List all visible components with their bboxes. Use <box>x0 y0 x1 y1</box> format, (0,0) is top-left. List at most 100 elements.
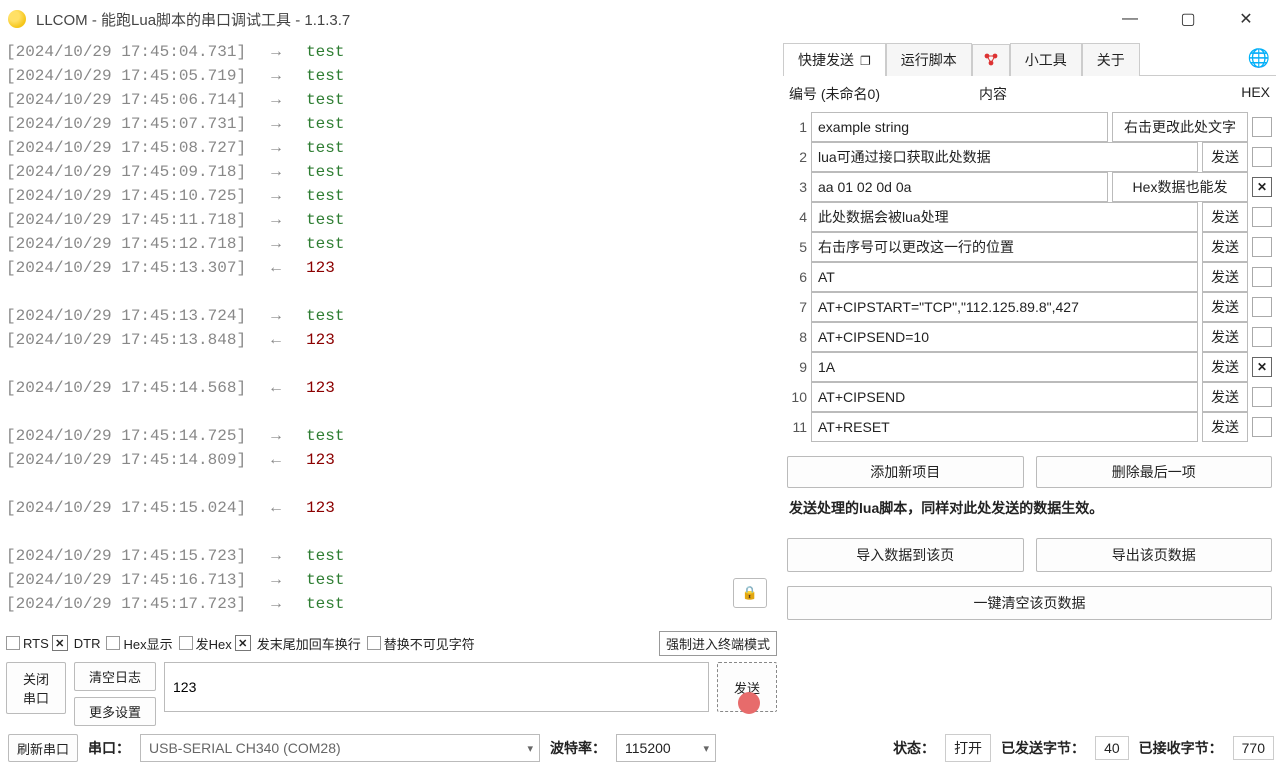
sendhex-checkbox[interactable] <box>179 636 193 650</box>
cluster-icon <box>983 51 999 67</box>
row-action-button[interactable]: Hex数据也能发 <box>1112 172 1248 202</box>
tab-run-script[interactable]: 运行脚本 <box>886 43 972 76</box>
globe-icon[interactable]: 🌐 <box>1248 48 1270 69</box>
titlebar: LLCOM - 能跑Lua脚本的串口调试工具 - 1.1.3.7 — ▢ ✕ <box>0 0 1282 38</box>
replace-checkbox[interactable] <box>367 636 381 650</box>
row-number[interactable]: 1 <box>787 119 807 135</box>
row-number[interactable]: 11 <box>787 419 807 435</box>
rts-x[interactable]: ✕ <box>52 635 68 651</box>
port-select[interactable]: USB-SERIAL CH340 (COM28) <box>140 734 540 762</box>
tab-tools[interactable]: 小工具 <box>1010 43 1082 76</box>
hexshow-checkbox[interactable] <box>106 636 120 650</box>
row-number[interactable]: 10 <box>787 389 807 405</box>
row-action-button[interactable]: 发送 <box>1202 322 1248 352</box>
row-action-button[interactable]: 发送 <box>1202 292 1248 322</box>
log-line: [2024/10/29 17:45:14.725] → test <box>6 424 777 448</box>
row-hex-checkbox[interactable] <box>1252 207 1272 227</box>
log-line: [2024/10/29 17:45:16.713] → test <box>6 568 777 592</box>
baud-label: 波特率： <box>546 738 610 758</box>
row-hex-checkbox[interactable] <box>1252 327 1272 347</box>
row-action-button[interactable]: 发送 <box>1202 382 1248 412</box>
row-action-button[interactable]: 发送 <box>1202 412 1248 442</box>
refresh-port-button[interactable]: 刷新串口 <box>8 734 78 762</box>
log-line: [2024/10/29 17:45:05.719] → test <box>6 64 777 88</box>
row-hex-checkbox[interactable] <box>1252 237 1272 257</box>
terminal-mode-button[interactable]: 强制进入终端模式 <box>659 631 777 656</box>
quick-send-row: 5右击序号可以更改这一行的位置发送 <box>787 232 1272 262</box>
row-number[interactable]: 2 <box>787 149 807 165</box>
log-line: [2024/10/29 17:45:12.718] → test <box>6 232 777 256</box>
log-line: [2024/10/29 17:45:06.714] → test <box>6 88 777 112</box>
lock-scroll-button[interactable]: 🔒 <box>733 578 767 608</box>
row-number[interactable]: 8 <box>787 329 807 345</box>
clear-page-button[interactable]: 一键清空该页数据 <box>787 586 1272 620</box>
log-line: [2024/10/29 17:45:13.848] ← 123 <box>6 328 777 352</box>
row-hex-checkbox[interactable] <box>1252 267 1272 287</box>
hdr-hex: HEX <box>1224 84 1270 104</box>
export-page-button[interactable]: 导出该页数据 <box>1036 538 1273 572</box>
tab-cluster-icon[interactable] <box>972 44 1010 76</box>
add-item-button[interactable]: 添加新项目 <box>787 456 1024 488</box>
delete-last-button[interactable]: 删除最后一项 <box>1036 456 1273 488</box>
row-content-input[interactable]: AT+CIPSEND=10 <box>811 322 1198 352</box>
row-hex-checkbox[interactable] <box>1252 117 1272 137</box>
row-hex-checkbox[interactable] <box>1252 147 1272 167</box>
quick-send-row: 7AT+CIPSTART="TCP","112.125.89.8",427发送 <box>787 292 1272 322</box>
replace-label: 替换不可见字符 <box>384 634 475 653</box>
row-number[interactable]: 4 <box>787 209 807 225</box>
clear-log-button[interactable]: 清空日志 <box>74 662 156 691</box>
row-content-input[interactable]: aa 01 02 0d 0a <box>811 172 1108 202</box>
row-content-input[interactable]: AT <box>811 262 1198 292</box>
row-action-button[interactable]: 发送 <box>1202 352 1248 382</box>
window-title: LLCOM - 能跑Lua脚本的串口调试工具 - 1.1.3.7 <box>36 9 350 30</box>
more-settings-button[interactable]: 更多设置 <box>74 697 156 726</box>
quick-send-row: 3aa 01 02 0d 0aHex数据也能发✕ <box>787 172 1272 202</box>
row-hex-checkbox[interactable] <box>1252 417 1272 437</box>
row-number[interactable]: 5 <box>787 239 807 255</box>
sent-value: 40 <box>1095 736 1129 760</box>
crlf-label: 发末尾加回车换行 <box>257 634 361 653</box>
close-port-button[interactable]: 关闭 串口 <box>6 662 66 714</box>
row-content-input[interactable]: 右击序号可以更改这一行的位置 <box>811 232 1198 262</box>
row-content-input[interactable]: 此处数据会被lua处理 <box>811 202 1198 232</box>
row-number[interactable]: 3 <box>787 179 807 195</box>
rts-checkbox[interactable] <box>6 636 20 650</box>
row-content-input[interactable]: AT+RESET <box>811 412 1198 442</box>
row-hex-checkbox[interactable] <box>1252 387 1272 407</box>
rts-label: RTS <box>23 636 49 651</box>
log-line: [2024/10/29 17:45:14.568] ← 123 <box>6 376 777 400</box>
baud-select[interactable]: 115200 <box>616 734 716 762</box>
row-content-input[interactable]: AT+CIPSEND <box>811 382 1198 412</box>
log-line: [2024/10/29 17:45:07.731] → test <box>6 112 777 136</box>
row-number[interactable]: 9 <box>787 359 807 375</box>
row-hex-checkbox[interactable] <box>1252 297 1272 317</box>
row-number[interactable]: 6 <box>787 269 807 285</box>
row-action-button[interactable]: 发送 <box>1202 202 1248 232</box>
minimize-button[interactable]: — <box>1110 5 1150 33</box>
log-line: [2024/10/29 17:45:10.725] → test <box>6 184 777 208</box>
row-action-button[interactable]: 发送 <box>1202 232 1248 262</box>
sendhex-label: 发Hex <box>196 634 232 653</box>
row-hex-x[interactable]: ✕ <box>1252 357 1272 377</box>
row-number[interactable]: 7 <box>787 299 807 315</box>
close-button[interactable]: ✕ <box>1226 5 1266 33</box>
row-action-button[interactable]: 右击更改此处文字 <box>1112 112 1248 142</box>
row-action-button[interactable]: 发送 <box>1202 142 1248 172</box>
sendhex-x[interactable]: ✕ <box>235 635 251 651</box>
log-line: [2024/10/29 17:45:17.723] → test <box>6 592 777 616</box>
quick-send-panel: 编号 (未命名0) 内容 HEX 1example string右击更改此处文字… <box>783 76 1276 628</box>
record-indicator-icon <box>738 692 760 714</box>
row-action-button[interactable]: 发送 <box>1202 262 1248 292</box>
log-line: [2024/10/29 17:45:08.727] → test <box>6 136 777 160</box>
tab-quick-send[interactable]: 快捷发送❐ <box>783 43 886 76</box>
send-input[interactable] <box>164 662 709 712</box>
row-content-input[interactable]: lua可通过接口获取此处数据 <box>811 142 1198 172</box>
row-hex-x[interactable]: ✕ <box>1252 177 1272 197</box>
import-page-button[interactable]: 导入数据到该页 <box>787 538 1024 572</box>
lock-icon: 🔒 <box>742 585 758 601</box>
row-content-input[interactable]: example string <box>811 112 1108 142</box>
row-content-input[interactable]: AT+CIPSTART="TCP","112.125.89.8",427 <box>811 292 1198 322</box>
row-content-input[interactable]: 1A <box>811 352 1198 382</box>
maximize-button[interactable]: ▢ <box>1168 5 1208 33</box>
tab-about[interactable]: 关于 <box>1082 43 1140 76</box>
